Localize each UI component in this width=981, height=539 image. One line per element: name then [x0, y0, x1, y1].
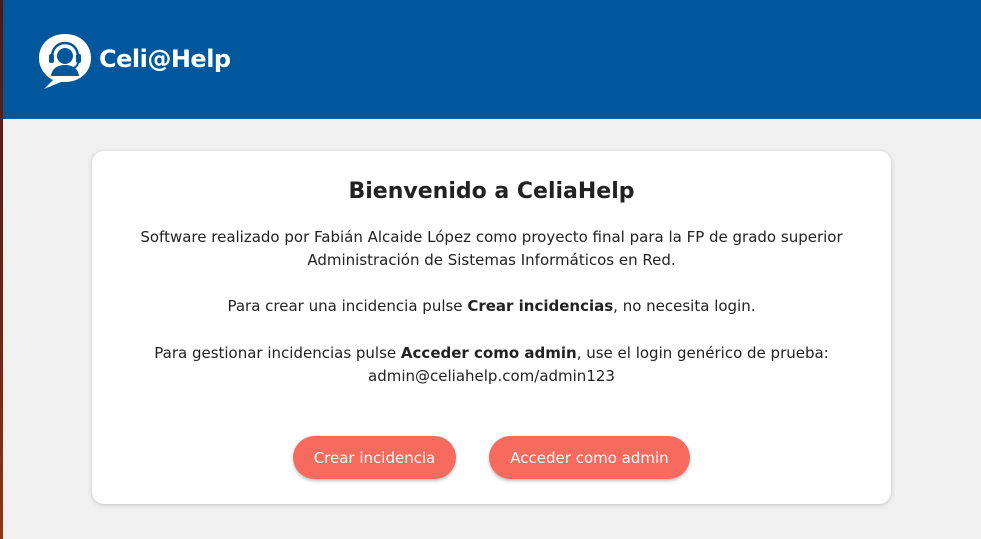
create-instructions-bold: Crear incidencias — [467, 297, 614, 315]
intro-paragraph: Software realizado por Fabián Alcaide Ló… — [92, 226, 891, 272]
brand-name: Celi@Help — [99, 45, 231, 73]
brand-logo[interactable]: Celi@Help — [37, 32, 231, 90]
admin-instructions: Para gestionar incidencias pulse Acceder… — [92, 342, 891, 388]
intro-line-2: Administración de Sistemas Informáticos … — [307, 251, 676, 269]
admin-instructions-bold: Acceder como admin — [400, 344, 577, 362]
create-incident-button[interactable]: Crear incidencia — [293, 436, 456, 479]
admin-instructions-prefix: Para gestionar incidencias pulse — [154, 344, 401, 362]
create-instructions-prefix: Para crear una incidencia pulse — [227, 297, 468, 315]
admin-instructions-suffix: , use el login genérico de prueba: — [576, 344, 829, 362]
admin-credentials: admin@celiahelp.com/admin123 — [368, 367, 615, 385]
headset-chat-bubble-icon — [39, 34, 91, 89]
create-instructions-suffix: , no necesita login. — [613, 297, 756, 315]
create-instructions: Para crear una incidencia pulse Crear in… — [92, 295, 891, 318]
admin-login-button[interactable]: Acceder como admin — [489, 436, 690, 479]
intro-line-1: Software realizado por Fabián Alcaide Ló… — [140, 228, 843, 246]
welcome-title: Bienvenido a CeliaHelp — [348, 179, 635, 204]
top-header: Celi@Help — [3, 0, 981, 119]
welcome-card: Bienvenido a CeliaHelp Software realizad… — [92, 151, 891, 504]
